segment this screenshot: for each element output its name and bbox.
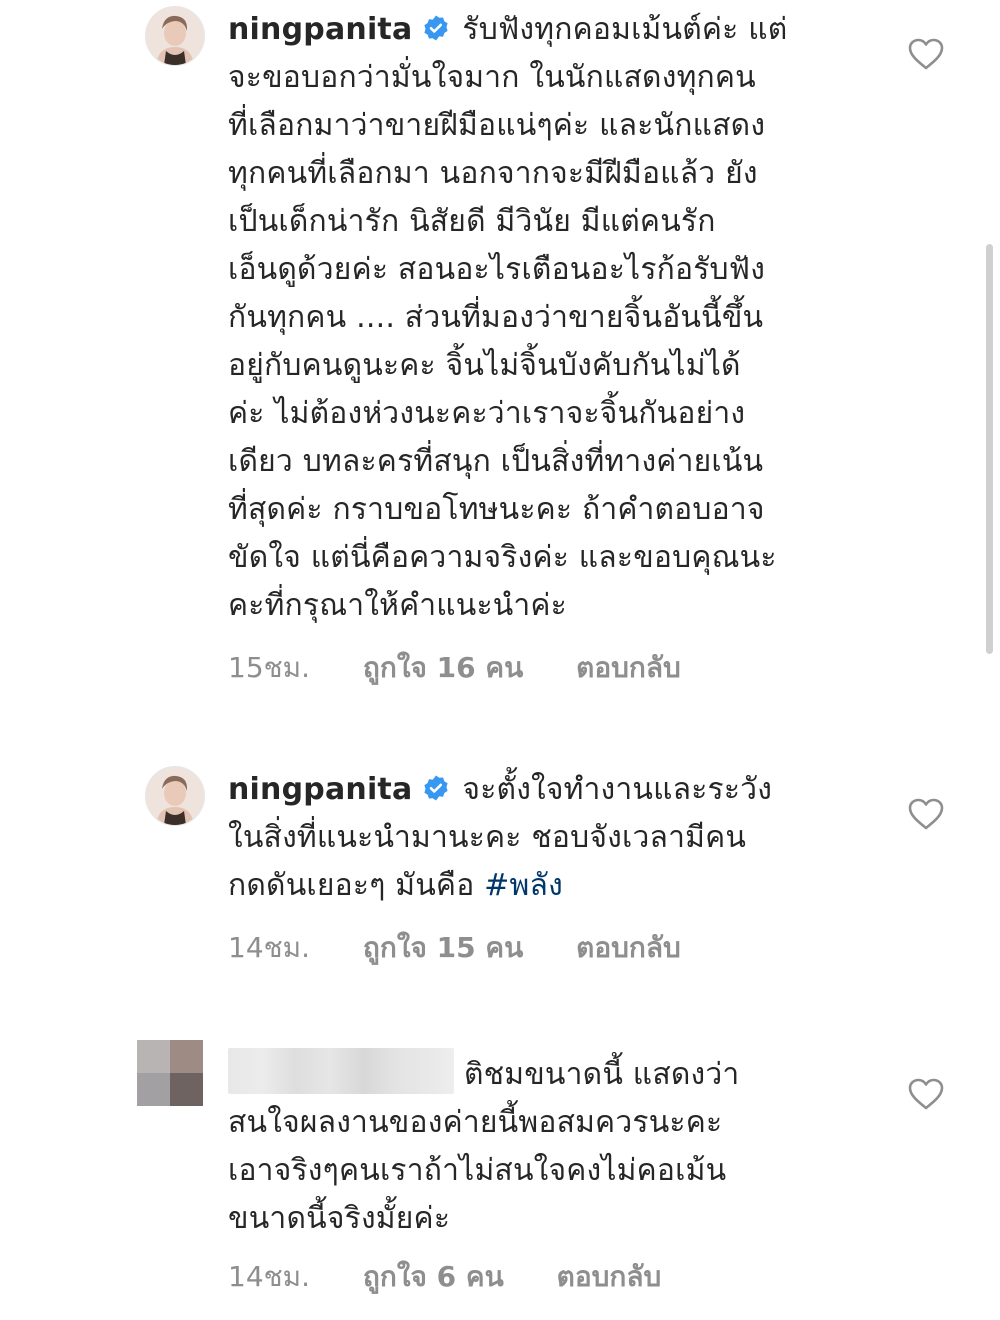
scrollbar[interactable] xyxy=(986,244,993,654)
comment-text: ขนาดนี้จริงมั้ยค่ะ xyxy=(228,1201,451,1236)
comment-text: ติชมขนาดนี้ แสดงว่า xyxy=(464,1057,740,1092)
likes-count[interactable]: ถูกใจ 15 คน xyxy=(363,931,523,965)
comment-text: จะตั้งใจทำงานและระวัง xyxy=(462,772,773,807)
comment-text: เอ็นดูด้วยค่ะ สอนอะไรเตือนอะไรก้อรับฟัง xyxy=(228,252,766,287)
comment-first-line: ติชมขนาดนี้ แสดงว่า xyxy=(228,1048,868,1099)
heart-outline-icon xyxy=(908,1078,944,1110)
comment-text: จะขอบอกว่ามั่นใจมาก ในนักแสดงทุกคน xyxy=(228,60,756,95)
heart-outline-icon xyxy=(908,798,944,830)
comment-time: 15ชม. xyxy=(228,651,310,684)
avatar[interactable] xyxy=(145,6,205,66)
likes-count[interactable]: ถูกใจ 16 คน xyxy=(363,651,523,685)
comment-meta: 15ชม. ถูกใจ 16 คน ตอบกลับ xyxy=(228,651,681,685)
comment-text: กดดันเยอะๆ มันคือ xyxy=(228,868,475,903)
comment-text: ที่เลือกมาว่าขายฝีมือแน่ๆค่ะ และนักแสดง xyxy=(228,108,766,143)
username[interactable]: ningpanita xyxy=(228,12,412,47)
verified-badge-icon xyxy=(422,774,450,802)
like-button[interactable] xyxy=(908,798,944,830)
comment-text: ขัดใจ แต่นี่คือความจริงค่ะ และขอบคุณนะ xyxy=(228,540,777,575)
comment-meta: 14ชม. ถูกใจ 6 คน ตอบกลับ xyxy=(228,1260,661,1294)
comment-last-line: กดดันเยอะๆ มันคือ #พลัง xyxy=(228,862,868,910)
avatar[interactable] xyxy=(145,766,205,826)
profile-photo-icon xyxy=(146,7,204,65)
likes-count[interactable]: ถูกใจ 6 คน xyxy=(363,1260,504,1294)
comment-text: ที่สุดค่ะ กราบขอโทษนะคะ ถ้าคำตอบอาจ xyxy=(228,492,765,527)
username-blurred[interactable] xyxy=(228,1048,454,1094)
reply-button[interactable]: ตอบกลับ xyxy=(557,1260,662,1294)
like-button[interactable] xyxy=(908,38,944,70)
comment-text: ค่ะ ไม่ต้องห่วงนะคะว่าเราจะจิ้นกันอย่าง xyxy=(228,396,746,431)
like-button[interactable] xyxy=(908,1078,944,1110)
comment-text: ทุกคนที่เลือกมา นอกจากจะมีฝีมือแล้ว ยัง xyxy=(228,156,758,191)
comment-first-line: ningpanita จะตั้งใจทำงานและระวัง xyxy=(228,766,868,814)
username[interactable]: ningpanita xyxy=(228,772,412,807)
comment-text: เป็นเด็กน่ารัก นิสัยดี มีวินัย มีแต่คนรั… xyxy=(228,204,716,239)
reply-button[interactable]: ตอบกลับ xyxy=(576,931,681,965)
comment-text: สนใจผลงานของค่ายนี้พอสมควรนะคะ xyxy=(228,1105,723,1140)
verified-badge-icon xyxy=(422,14,450,42)
comment-time: 14ชม. xyxy=(228,1260,310,1293)
comment-text: คะที่กรุณาให้คำแนะนำค่ะ xyxy=(228,588,567,623)
comment-text: กันทุกคน .... ส่วนที่มองว่าขายจิ้นอันนี้… xyxy=(228,300,764,335)
comment-text: เอาจริงๆคนเราถ้าไม่สนใจคงไม่คอเม้น xyxy=(228,1153,727,1188)
profile-photo-icon xyxy=(146,767,204,825)
comment-text: รับฟังทุกคอมเม้นต์ค่ะ แต่ xyxy=(462,12,788,47)
comment-text: เดียว บทละครที่สนุก เป็นสิ่งที่ทางค่ายเน… xyxy=(228,444,764,479)
comment-meta: 14ชม. ถูกใจ 15 คน ตอบกลับ xyxy=(228,931,681,965)
hashtag-link[interactable]: #พลัง xyxy=(484,868,563,903)
comments-screen: ningpanita รับฟังทุกคอมเม้นต์ค่ะ แต่ จะขอ… xyxy=(0,0,1000,1320)
comment-text: ในสิ่งที่แนะนำมานะคะ ชอบจังเวลามีคน xyxy=(228,820,747,855)
heart-outline-icon xyxy=(908,38,944,70)
reply-button[interactable]: ตอบกลับ xyxy=(576,651,681,685)
avatar-blurred[interactable] xyxy=(137,1040,203,1106)
comment-text: อยู่กับคนดูนะคะ จิ้นไม่จิ้นบังคับกันไม่ไ… xyxy=(228,348,741,383)
comment-time: 14ชม. xyxy=(228,931,310,964)
comment-first-line: ningpanita รับฟังทุกคอมเม้นต์ค่ะ แต่ xyxy=(228,6,868,54)
